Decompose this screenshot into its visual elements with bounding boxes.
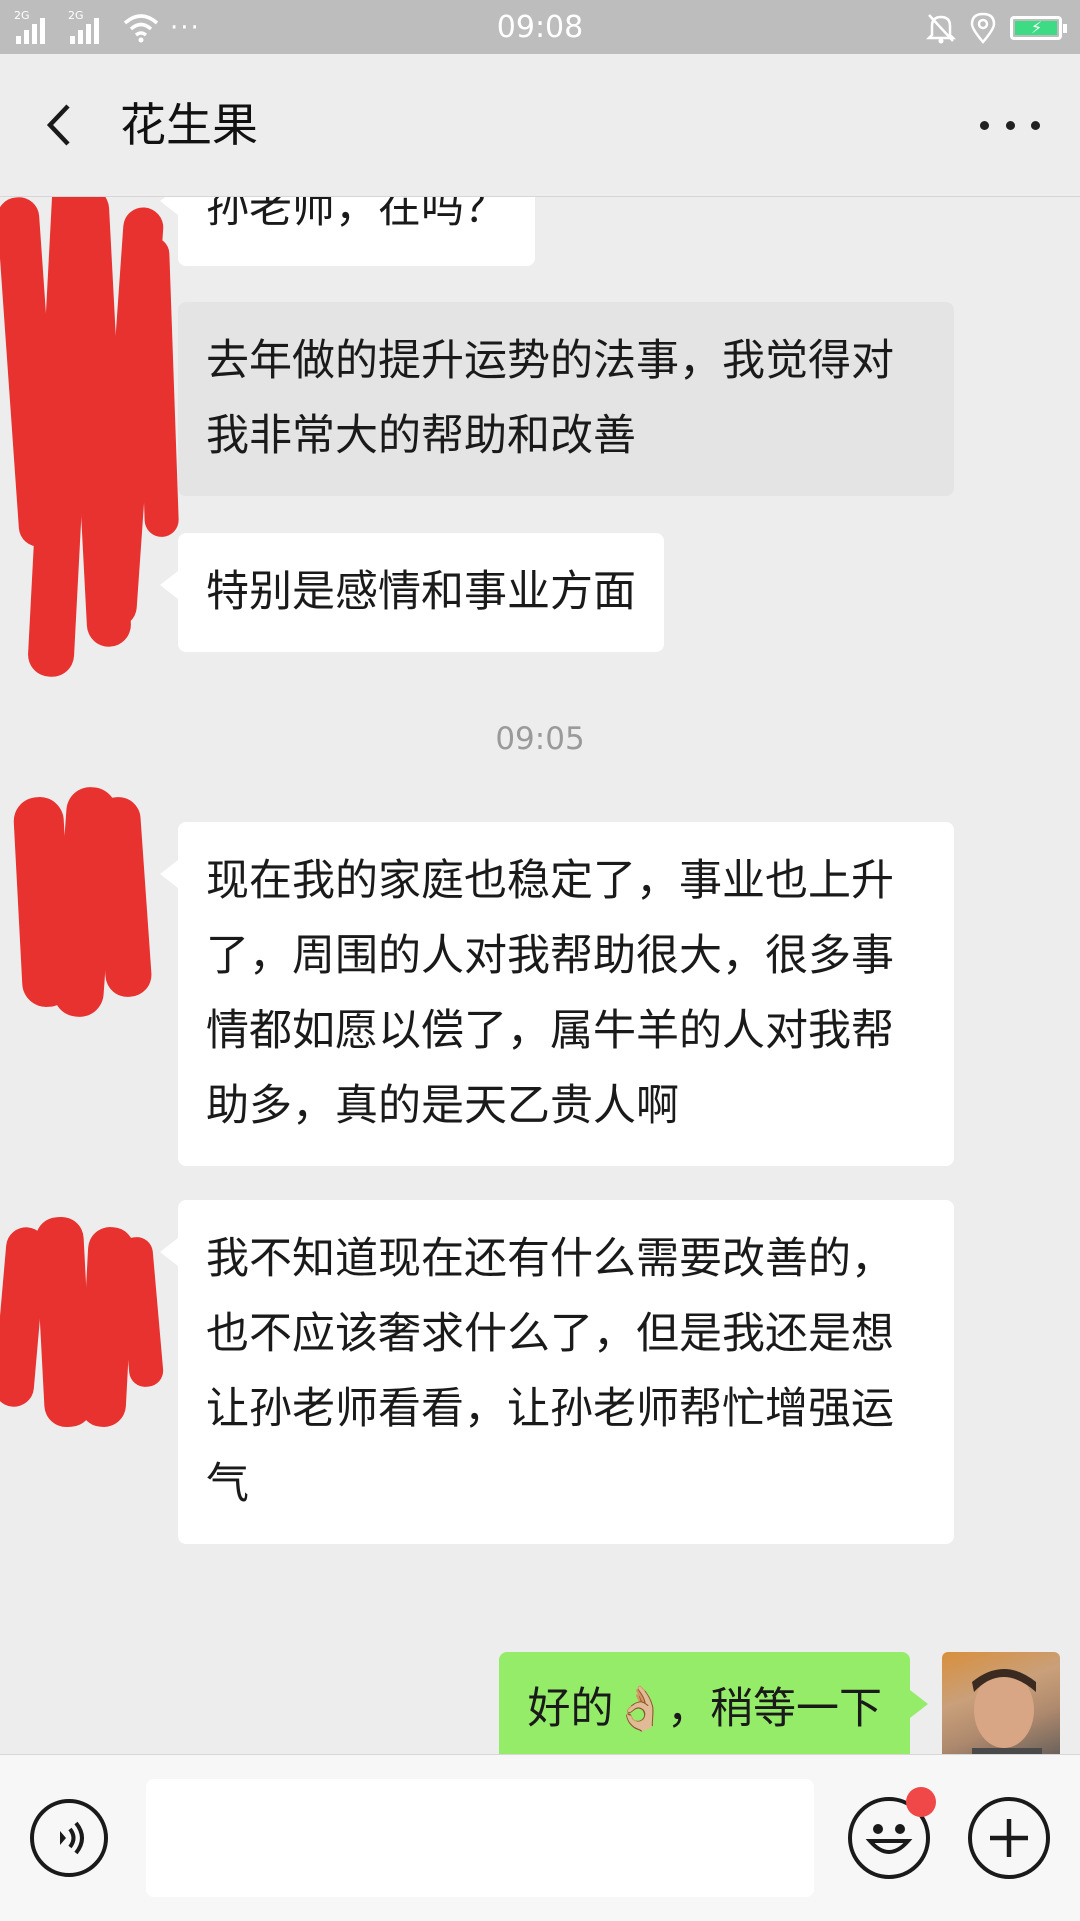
voice-icon[interactable]: [30, 1799, 108, 1877]
status-bar: 2G 2G ··· 09:08 ⚡: [0, 0, 1080, 54]
input-bar: [0, 1754, 1080, 1921]
battery-charging-icon: ⚡: [1010, 16, 1067, 40]
message-text: 我不知道现在还有什么需要改善的，也不应该奢求什么了，但是我还是想让孙老师看看，让…: [206, 1234, 894, 1509]
chat-header: 花生果: [0, 54, 1080, 197]
status-time: 09:08: [496, 10, 584, 45]
message-text: 去年做的提升运势的法事，我觉得对我非常大的帮助和改善: [206, 336, 894, 461]
message-text: 孙老师，在吗？: [206, 197, 507, 233]
more-dots-icon[interactable]: [980, 100, 1040, 150]
chat-title: 花生果: [120, 98, 258, 152]
message-text: 特别是感情和事业方面: [206, 567, 636, 617]
mute-bell-icon: [926, 14, 956, 44]
message-bubble-selected[interactable]: 去年做的提升运势的法事，我觉得对我非常大的帮助和改善: [178, 302, 954, 496]
message-timestamp: 09:05: [495, 721, 585, 757]
message-bubble[interactable]: 特别是感情和事业方面: [160, 533, 664, 652]
message-bubble[interactable]: 我不知道现在还有什么需要改善的，也不应该奢求什么了，但是我还是想让孙老师看看，让…: [160, 1200, 954, 1544]
message-text: 现在我的家庭也稳定了，事业也上升了，周围的人对我帮助很大，很多事情都如愿以偿了，…: [206, 856, 894, 1131]
my-message-bubble[interactable]: 好的👌🏼，稍等一下: [499, 1652, 928, 1754]
avatar-face-icon: [972, 1669, 1042, 1754]
message-bubble[interactable]: 孙老师，在吗？: [160, 197, 535, 266]
message-input[interactable]: [146, 1779, 814, 1897]
plus-icon[interactable]: [968, 1797, 1050, 1879]
message-list[interactable]: 孙老师，在吗？ 去年做的提升运势的法事，我觉得对我非常大的帮助和改善 特别是感情…: [0, 197, 1080, 1754]
my-avatar[interactable]: [942, 1652, 1060, 1754]
notification-dot: [906, 1787, 936, 1817]
chevron-left-icon[interactable]: [36, 100, 86, 150]
location-icon: [970, 12, 996, 44]
message-text: 好的👌🏼，稍等一下: [527, 1684, 882, 1734]
message-bubble[interactable]: 现在我的家庭也稳定了，事业也上升了，周围的人对我帮助很大，很多事情都如愿以偿了，…: [160, 822, 954, 1166]
